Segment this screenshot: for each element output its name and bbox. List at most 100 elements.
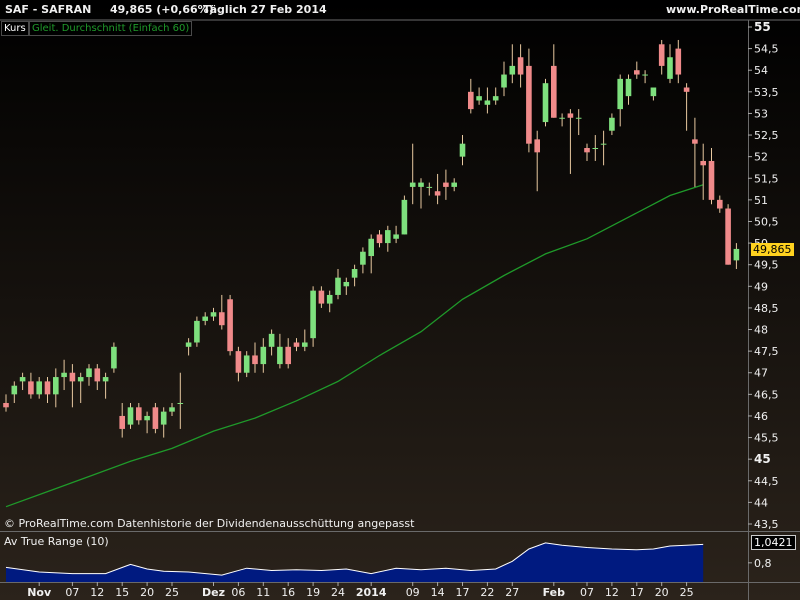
candle-body: [708, 160, 715, 200]
candle-body: [252, 355, 258, 365]
candle-body: [277, 346, 283, 365]
candle-body: [28, 381, 34, 395]
candle[interactable]: [227, 294, 233, 356]
atr-panel-label[interactable]: Av True Range (10): [4, 535, 109, 548]
candle-body: [717, 199, 723, 209]
candle-body: [592, 148, 599, 150]
candle-body: [617, 78, 623, 110]
footer-note: © ProRealTime.com Datenhistorie der Divi…: [4, 517, 415, 530]
moving-average-label[interactable]: Gleit. Durchschnitt (Einfach 60): [29, 21, 193, 36]
candle[interactable]: [111, 342, 117, 373]
x-tick-label: 25: [680, 586, 694, 599]
candle-body: [509, 65, 516, 75]
price-y-tick-label: 49,5: [754, 259, 779, 272]
candle-body: [119, 415, 125, 429]
candle-body: [152, 407, 159, 429]
candle-body: [293, 342, 300, 347]
candle-body: [160, 411, 167, 425]
candle-body: [302, 342, 308, 347]
candle-body: [243, 355, 250, 373]
candle-body: [484, 100, 491, 105]
price-y-tick-label: 46,5: [754, 388, 779, 401]
x-tick-label: 25: [165, 586, 179, 599]
candle[interactable]: [542, 78, 549, 127]
x-tick-label: 16: [281, 586, 295, 599]
x-tick-label: Dez: [202, 586, 225, 599]
candle-body: [3, 402, 9, 408]
candle-body: [584, 148, 590, 153]
candle-body: [310, 290, 316, 339]
site-link[interactable]: www.ProRealTime.com: [666, 3, 800, 16]
x-tick-label: 19: [306, 586, 320, 599]
candle-body: [393, 234, 399, 239]
price-y-tick-label: 55: [754, 20, 771, 34]
candle-body: [409, 182, 416, 187]
candle-body: [443, 182, 449, 187]
candle[interactable]: [152, 402, 159, 434]
price-y-tick-label: 51: [754, 194, 768, 207]
atr-y-tick-label: 0,8: [754, 557, 772, 570]
candle-body: [667, 57, 673, 79]
x-tick-label: 12: [90, 586, 104, 599]
candle-body: [77, 377, 84, 382]
price-y-tick-label: 50,5: [754, 215, 779, 228]
chart-window: 5554,55453,55352,55251,55150,55049,54948…: [0, 0, 800, 600]
candle-body: [144, 415, 150, 421]
candle-body: [426, 186, 433, 188]
candle-body: [127, 407, 134, 425]
price-y-tick-label: 45,5: [754, 432, 779, 445]
candle[interactable]: [310, 286, 316, 347]
x-tick-label: 07: [580, 586, 594, 599]
candle-body: [451, 182, 457, 187]
candle-body: [335, 277, 341, 295]
candle[interactable]: [725, 204, 731, 265]
candle-body: [434, 191, 441, 196]
candle-body: [551, 65, 557, 118]
candle-body: [376, 234, 383, 244]
candle-body: [177, 402, 184, 404]
price-y-tick-label: 52: [754, 151, 768, 164]
candle[interactable]: [401, 195, 408, 235]
candle[interactable]: [194, 316, 200, 347]
candle-body: [268, 333, 275, 347]
candle-body: [260, 346, 267, 365]
x-tick-label: 22: [480, 586, 494, 599]
x-tick-label: 11: [256, 586, 270, 599]
price-y-tick-label: 51,5: [754, 172, 779, 185]
candle-body: [169, 407, 175, 412]
candle-body: [700, 160, 706, 166]
candle-body: [725, 208, 731, 265]
candle-body: [675, 48, 682, 75]
price-y-tick-label: 46: [754, 410, 768, 423]
candle-body: [625, 78, 632, 97]
candle-body: [650, 87, 657, 97]
price-y-tick-label: 54: [754, 64, 768, 77]
candle-body: [36, 381, 42, 395]
x-tick-label: Nov: [27, 586, 52, 599]
x-tick-label: 27: [505, 586, 519, 599]
candle-body: [459, 143, 466, 157]
price-y-tick-label: 53: [754, 107, 768, 120]
x-tick-label: 20: [140, 586, 154, 599]
candle-body: [559, 117, 565, 119]
x-tick-label: 06: [231, 586, 245, 599]
candle-body: [19, 377, 26, 382]
candle-body: [111, 346, 117, 369]
chart-background: [0, 0, 800, 600]
candle-body: [567, 113, 574, 118]
x-tick-label: 17: [630, 586, 644, 599]
x-tick-label: 09: [406, 586, 420, 599]
candle-body: [210, 312, 217, 317]
x-tick-label: 20: [655, 586, 669, 599]
candle-body: [86, 368, 92, 378]
price-panel-label[interactable]: Kurs: [1, 21, 29, 36]
candle-body: [492, 96, 499, 101]
candle-body: [385, 230, 391, 244]
price-y-tick-label: 45: [754, 452, 771, 466]
candle-body: [351, 269, 358, 278]
candle-body: [219, 312, 225, 326]
candle-body: [202, 316, 208, 321]
candle-body: [418, 182, 424, 187]
candle-body: [194, 320, 200, 343]
price-y-tick-label: 48: [754, 324, 768, 337]
